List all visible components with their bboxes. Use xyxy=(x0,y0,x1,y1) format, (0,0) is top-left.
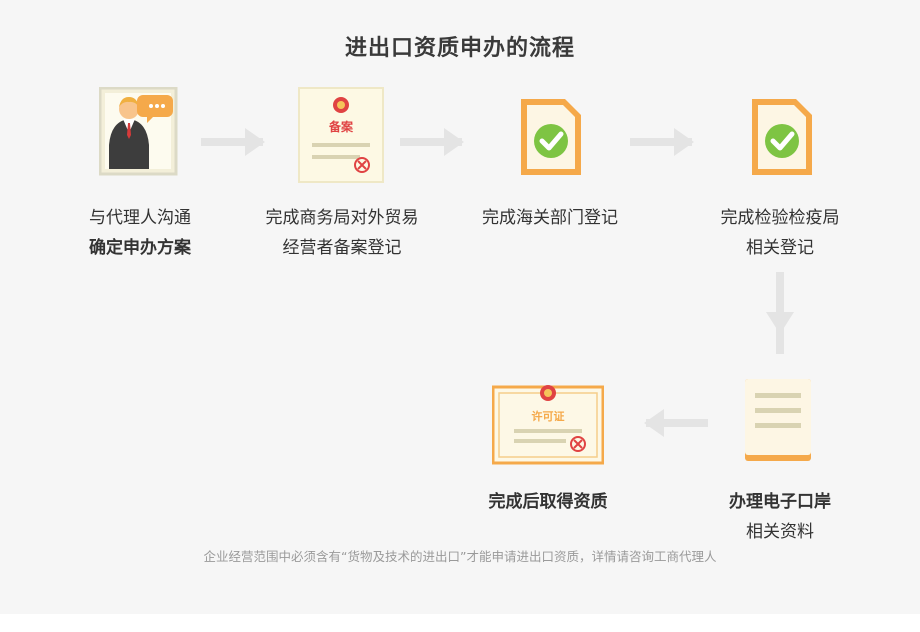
step-2-label: 完成商务局对外贸易 经营者备案登记 xyxy=(232,203,452,263)
step-2-line2: 经营者备案登记 xyxy=(282,238,402,258)
page-title: 进出口资质申办的流程 xyxy=(344,36,575,61)
license-badge: 许可证 xyxy=(532,409,565,423)
step-4-line2: 相关登记 xyxy=(746,238,814,258)
step-5-label: 办理电子口岸 相关资料 xyxy=(680,487,880,547)
agent-person-icon xyxy=(99,87,178,176)
step-1-label: 与代理人沟通 确定申办方案 xyxy=(40,203,240,263)
step-5-line2: 相关资料 xyxy=(746,522,814,542)
step-5-line1: 办理电子口岸 xyxy=(729,492,831,512)
step-6-label: 完成后取得资质 xyxy=(448,487,648,517)
step-1-line2: 确定申办方案 xyxy=(89,238,191,258)
requirement-note: 企业经营范围中必须含有“货物及技术的进出口”才能申请进出口资质，详情请咨询工商代… xyxy=(203,549,717,564)
checked-document-icon-inspection xyxy=(752,99,812,175)
checked-document-icon-customs xyxy=(521,99,581,175)
process-panel: 进出口资质申办的流程 与代理人沟通 确定申办方案 备案 完成商务局对外贸易 经营… xyxy=(0,0,920,614)
electronic-port-document-icon xyxy=(745,379,811,461)
arrow-left-icon xyxy=(644,409,708,437)
arrow-right-icon-1 xyxy=(201,128,265,156)
arrow-right-icon-2 xyxy=(400,128,464,156)
arrow-right-icon-3 xyxy=(630,128,694,156)
step-4-line1: 完成检验检疫局 xyxy=(720,208,840,228)
license-certificate-icon: 许可证 xyxy=(492,385,604,465)
step-3-label: 完成海关部门登记 xyxy=(445,203,655,233)
filing-certificate-icon: 备案 xyxy=(298,87,384,183)
step-2-line1: 完成商务局对外贸易 xyxy=(265,208,419,228)
step-3-line1: 完成海关部门登记 xyxy=(482,208,618,228)
step-1-line1: 与代理人沟通 xyxy=(89,208,191,228)
step-6-line1: 完成后取得资质 xyxy=(488,492,608,512)
arrow-down-icon xyxy=(766,272,794,354)
filing-badge: 备案 xyxy=(328,119,354,134)
step-4-label: 完成检验检疫局 相关登记 xyxy=(680,203,880,263)
